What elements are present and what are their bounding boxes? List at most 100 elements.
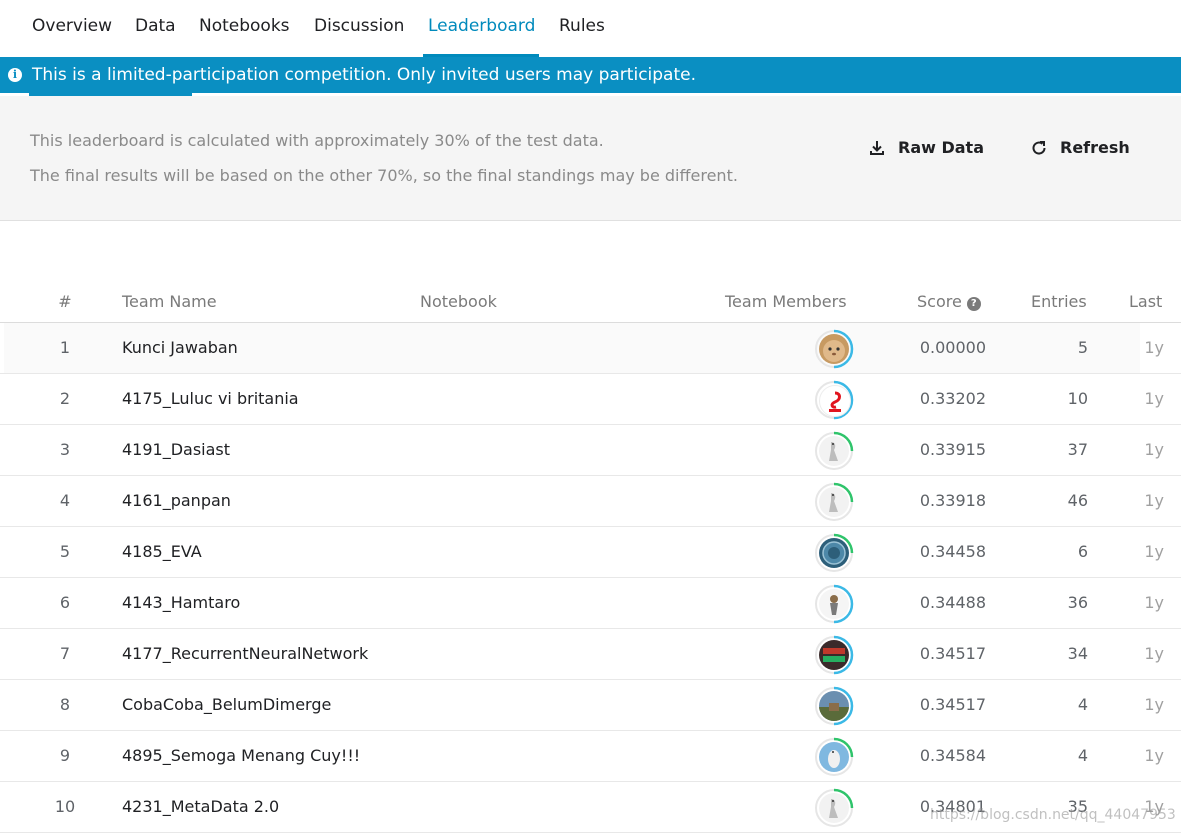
table-row[interactable]: 7 4177_RecurrentNeuralNetwork 0.34517 34…	[0, 629, 1181, 680]
entries-cell: 34	[1067, 644, 1088, 663]
header-notebook[interactable]: Notebook	[420, 292, 497, 311]
table-row[interactable]: 3 4191_Dasiast 0.33915 37 1y	[0, 425, 1181, 476]
header-team-members[interactable]: Team Members	[725, 292, 847, 311]
hamster-avatar	[819, 334, 849, 364]
table-row[interactable]: 9 4895_Semoga Menang Cuy!!! 0.34584 4 1y	[0, 731, 1181, 782]
table-row[interactable]: 8 CobaCoba_BelumDimerge 0.34517 4 1y	[0, 680, 1181, 731]
info-line-2: The final results will be based on the o…	[30, 166, 738, 185]
team-member-avatar[interactable]	[814, 686, 854, 726]
score-cell: 0.33202	[919, 389, 986, 408]
last-cell: 1y	[1144, 440, 1164, 459]
rank-cell: 8	[59, 695, 71, 714]
info-icon: i	[8, 68, 22, 82]
rank-cell: 9	[59, 746, 71, 765]
team-name-cell[interactable]: CobaCoba_BelumDimerge	[122, 695, 331, 714]
refresh-icon	[1032, 140, 1046, 155]
last-cell: 1y	[1144, 593, 1164, 612]
landscape-avatar	[819, 691, 849, 721]
team-name-cell[interactable]: 4895_Semoga Menang Cuy!!!	[122, 746, 360, 765]
competition-tabs: Overview Data Notebooks Discussion Leade…	[0, 0, 1181, 57]
team-member-avatar[interactable]	[814, 329, 854, 369]
team-member-avatar[interactable]	[814, 635, 854, 675]
goose-avatar	[819, 793, 849, 823]
entries-cell: 4	[1077, 695, 1088, 714]
team-member-avatar[interactable]	[814, 533, 854, 573]
last-cell: 1y	[1144, 491, 1164, 510]
header-team-name[interactable]: Team Name	[122, 292, 217, 311]
leaderboard-rows: 1 Kunci Jawaban 0.00000 5 1y 2 4175_Lulu…	[0, 323, 1181, 833]
airtel-logo-avatar	[819, 385, 851, 417]
team-name-cell[interactable]: 4175_Luluc vi britania	[122, 389, 299, 408]
table-row[interactable]: 6 4143_Hamtaro 0.34488 36 1y	[0, 578, 1181, 629]
bird-avatar	[819, 742, 849, 772]
team-name-cell[interactable]: 4161_panpan	[122, 491, 231, 510]
team-member-avatar[interactable]	[814, 737, 854, 777]
info-line-1: This leaderboard is calculated with appr…	[30, 131, 604, 150]
table-row[interactable]: 2 4175_Luluc vi britania 0.33202 10 1y	[0, 374, 1181, 425]
score-cell: 0.00000	[919, 338, 986, 357]
entries-cell: 46	[1067, 491, 1088, 510]
rank-cell: 10	[54, 797, 76, 816]
score-cell: 0.34458	[919, 542, 986, 561]
help-icon[interactable]: ?	[966, 297, 981, 311]
rank-cell: 3	[59, 440, 71, 459]
rank-cell: 2	[59, 389, 71, 408]
goose-avatar	[819, 436, 849, 466]
goose-avatar	[819, 487, 849, 517]
team-name-cell[interactable]: 4191_Dasiast	[122, 440, 230, 459]
rank-cell: 7	[59, 644, 71, 663]
team-name-cell[interactable]: 4231_MetaData 2.0	[122, 797, 279, 816]
tab-leaderboard[interactable]: Leaderboard	[428, 16, 535, 36]
refresh-button[interactable]: Refresh	[1030, 138, 1130, 157]
header-last[interactable]: Last	[1129, 292, 1162, 311]
header-score[interactable]: Score?	[917, 292, 981, 311]
download-icon	[870, 140, 884, 155]
team-member-avatar[interactable]	[814, 380, 854, 420]
score-cell: 0.34488	[919, 593, 986, 612]
last-cell: 1y	[1144, 338, 1164, 357]
participation-banner: i This is a limited-participation compet…	[0, 57, 1181, 93]
entries-cell: 10	[1067, 389, 1088, 408]
score-cell: 0.34517	[919, 644, 986, 663]
team-member-avatar[interactable]	[814, 482, 854, 522]
entries-cell: 5	[1077, 338, 1088, 357]
last-cell: 1y	[1144, 389, 1164, 408]
team-name-cell[interactable]: 4143_Hamtaro	[122, 593, 240, 612]
score-cell: 0.33918	[919, 491, 986, 510]
raw-data-label: Raw Data	[898, 138, 984, 157]
table-row[interactable]: 1 Kunci Jawaban 0.00000 5 1y	[0, 323, 1181, 374]
table-row[interactable]: 4 4161_panpan 0.33918 46 1y	[0, 476, 1181, 527]
tab-rules[interactable]: Rules	[559, 16, 605, 36]
tab-discussion[interactable]: Discussion	[314, 16, 404, 36]
tab-overview[interactable]: Overview	[32, 16, 112, 36]
sign-avatar	[819, 640, 849, 670]
team-member-avatar[interactable]	[814, 431, 854, 471]
last-cell: 1y	[1144, 644, 1164, 663]
team-name-cell[interactable]: Kunci Jawaban	[122, 338, 238, 357]
entries-cell: 37	[1067, 440, 1088, 459]
leaderboard-info-panel: This leaderboard is calculated with appr…	[0, 96, 1181, 221]
team-name-cell[interactable]: 4185_EVA	[122, 542, 202, 561]
team-member-avatar[interactable]	[814, 584, 854, 624]
watermark: https://blog.csdn.net/qq_44047953	[930, 807, 1176, 823]
score-cell: 0.33915	[919, 440, 986, 459]
raw-data-button[interactable]: Raw Data	[868, 138, 984, 157]
score-cell: 0.34517	[919, 695, 986, 714]
last-cell: 1y	[1144, 542, 1164, 561]
header-rank[interactable]: #	[40, 292, 90, 311]
team-member-avatar[interactable]	[814, 788, 854, 828]
entries-cell: 6	[1077, 542, 1088, 561]
banner-text: This is a limited-participation competit…	[32, 65, 696, 85]
header-entries[interactable]: Entries	[1031, 292, 1087, 311]
rank-cell: 4	[59, 491, 71, 510]
team-name-cell[interactable]: 4177_RecurrentNeuralNetwork	[122, 644, 368, 663]
tab-notebooks[interactable]: Notebooks	[199, 16, 290, 36]
tab-data[interactable]: Data	[135, 16, 176, 36]
figure-avatar	[819, 589, 849, 619]
rank-cell: 5	[59, 542, 71, 561]
rank-cell: 6	[59, 593, 71, 612]
leaderboard-header-row: # Team Name Notebook Team Members Score?…	[0, 282, 1181, 323]
table-row[interactable]: 5 4185_EVA 0.34458 6 1y	[0, 527, 1181, 578]
rank-cell: 1	[59, 338, 71, 357]
refresh-label: Refresh	[1060, 138, 1130, 157]
